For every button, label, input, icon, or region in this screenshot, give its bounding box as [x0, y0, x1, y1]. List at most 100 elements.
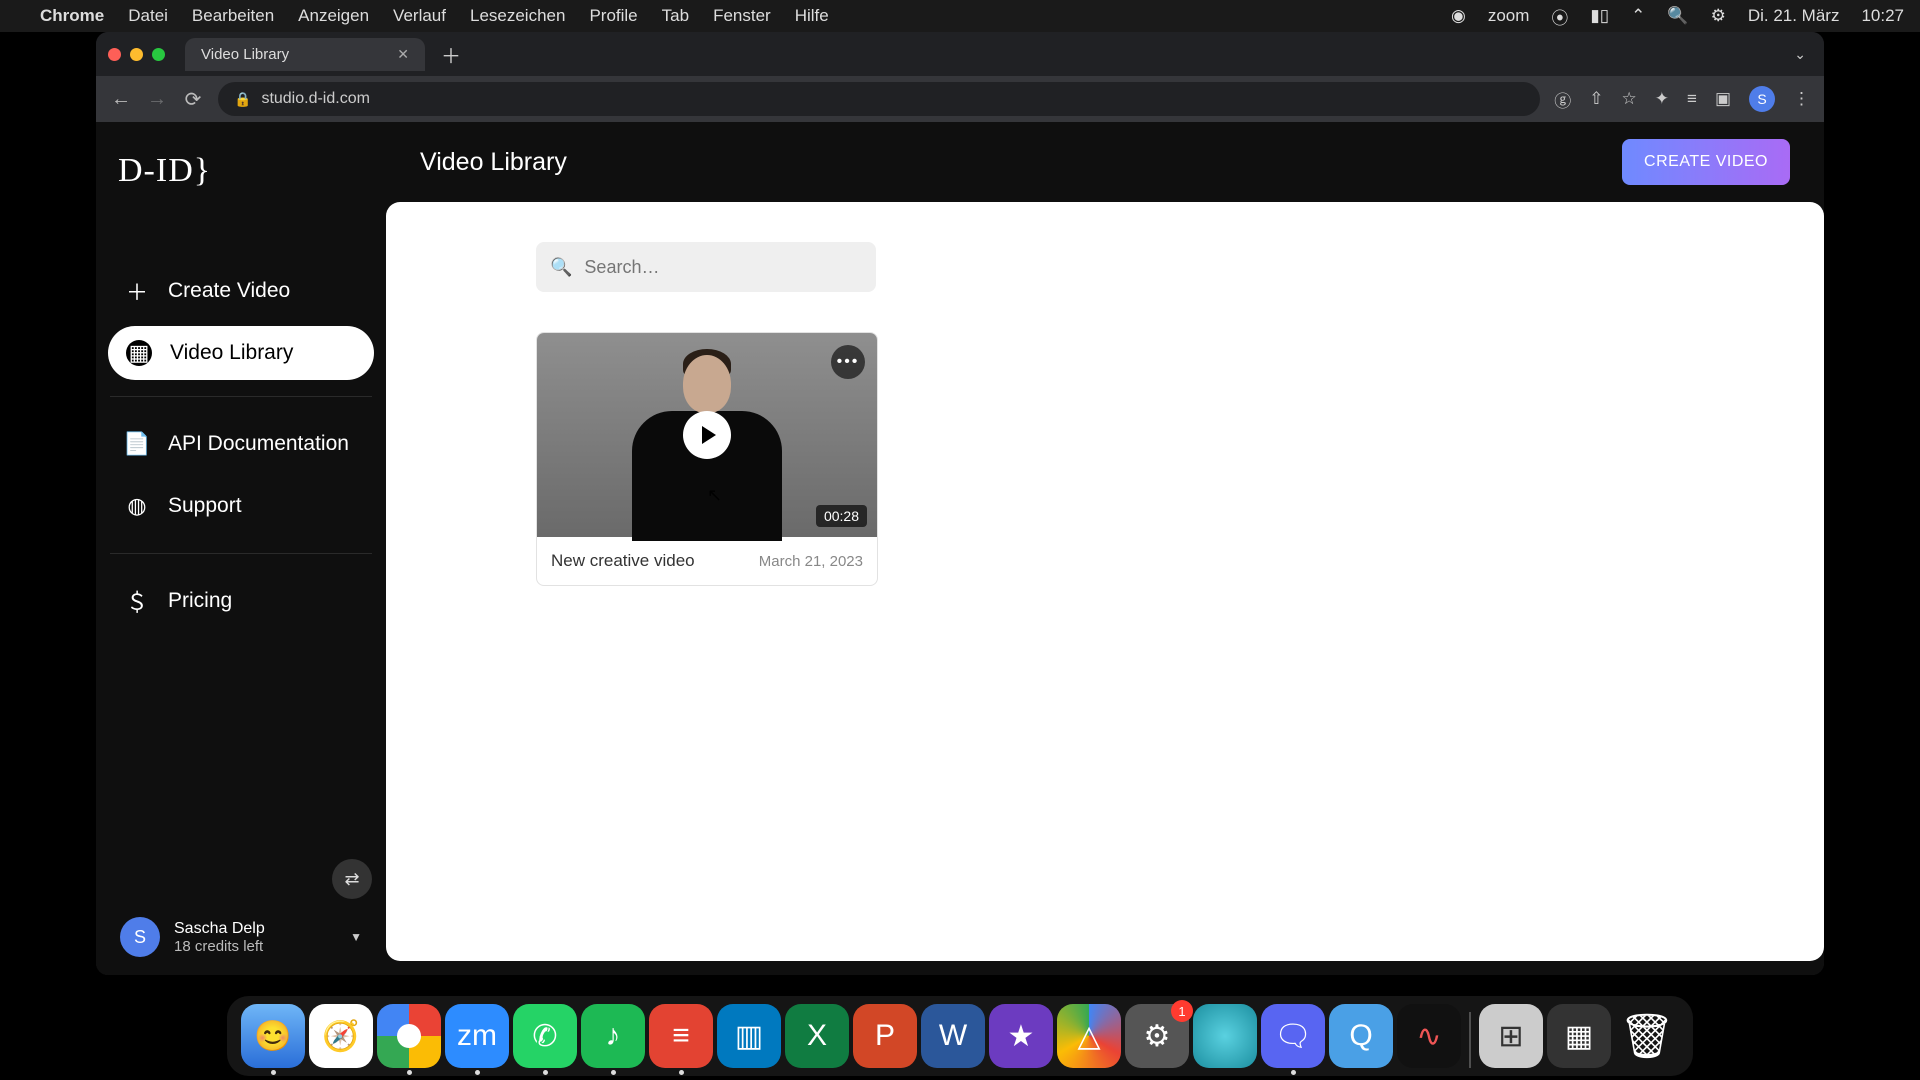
menu-bearbeiten[interactable]: Bearbeiten — [192, 6, 274, 26]
search-box[interactable]: 🔍 — [536, 242, 876, 292]
video-card[interactable]: ••• 00:28 ↖ New creative video March 21,… — [536, 332, 878, 586]
dock-word[interactable]: W — [921, 1004, 985, 1068]
sidebar-item-api-docs[interactable]: 📄 API Documentation — [96, 413, 386, 475]
user-menu[interactable]: S Sascha Delp 18 credits left ▼ — [96, 899, 386, 975]
menu-profile[interactable]: Profile — [589, 6, 637, 26]
menu-tab[interactable]: Tab — [662, 6, 689, 26]
dock-powerpoint[interactable]: P — [853, 1004, 917, 1068]
menu-fenster[interactable]: Fenster — [713, 6, 771, 26]
new-tab-button[interactable]: ＋ — [433, 36, 469, 73]
share-icon[interactable]: ⇧ — [1589, 89, 1603, 109]
menubar-date[interactable]: Di. 21. März — [1748, 6, 1840, 26]
video-date: March 21, 2023 — [759, 553, 863, 570]
menubar-app-name[interactable]: Chrome — [40, 6, 104, 26]
create-video-button[interactable]: CREATE VIDEO — [1622, 139, 1790, 185]
user-name: Sascha Delp — [174, 920, 265, 938]
browser-tab[interactable]: Video Library ✕ — [185, 38, 425, 71]
zoom-menubar[interactable]: zoom — [1488, 6, 1530, 26]
battery-icon[interactable]: ▮▯ — [1590, 6, 1609, 26]
sidebar-item-video-library[interactable]: ▦ Video Library — [108, 326, 374, 380]
dock-settings[interactable]: ⚙1 — [1125, 1004, 1189, 1068]
sidebar-item-label: Pricing — [168, 589, 232, 613]
bookmark-icon[interactable]: ☆ — [1622, 89, 1637, 109]
video-grid: ••• 00:28 ↖ New creative video March 21,… — [536, 332, 1674, 586]
macos-menubar: Chrome Datei Bearbeiten Anzeigen Verlauf… — [0, 0, 1920, 32]
menu-lesezeichen[interactable]: Lesezeichen — [470, 6, 565, 26]
chevron-down-icon: ▼ — [350, 930, 362, 944]
record-icon[interactable]: ◉ — [1451, 6, 1466, 26]
dock-todoist[interactable]: ≡ — [649, 1004, 713, 1068]
search-icon: 🔍 — [550, 257, 572, 278]
profile-avatar[interactable]: S — [1749, 86, 1775, 112]
sidebar-item-label: API Documentation — [168, 432, 349, 456]
video-duration: 00:28 — [816, 505, 867, 527]
reading-list-icon[interactable]: ≡ — [1687, 89, 1697, 109]
close-tab-icon[interactable]: ✕ — [397, 46, 409, 63]
chrome-window: Video Library ✕ ＋ ⌄ ← → ⟳ 🔒 studio.d-id.… — [96, 32, 1824, 975]
maximize-window-icon[interactable] — [152, 48, 165, 61]
screen-record-icon[interactable]: ⦿ — [1551, 4, 1568, 29]
logo[interactable]: D-ID} — [96, 142, 386, 220]
dock-discord[interactable]: 🗨 — [1261, 1004, 1325, 1068]
dock-quicktime[interactable]: Q — [1329, 1004, 1393, 1068]
wifi-icon[interactable]: ⌃ — [1631, 6, 1645, 26]
chrome-menu-icon[interactable]: ⋮ — [1793, 89, 1810, 109]
dock-calculator[interactable]: ⊞ — [1479, 1004, 1543, 1068]
macos-dock: 😊 🧭 zm ✆ ♪ ≡ ▥ X P W ★ △ ⚙1 🗨 Q ∿ ⊞ ▦ 🗑 — [227, 996, 1693, 1076]
dock-app-teal[interactable] — [1193, 1004, 1257, 1068]
minimize-window-icon[interactable] — [130, 48, 143, 61]
reload-button[interactable]: ⟳ — [182, 87, 204, 112]
dock-mission-control[interactable]: ▦ — [1547, 1004, 1611, 1068]
close-window-icon[interactable] — [108, 48, 121, 61]
sidebar-item-support[interactable]: ◍ Support — [96, 475, 386, 537]
video-thumbnail[interactable]: ••• 00:28 ↖ — [537, 333, 877, 537]
dock-separator — [1469, 1012, 1471, 1068]
settings-badge: 1 — [1171, 1000, 1193, 1022]
side-panel-icon[interactable]: ▣ — [1715, 89, 1731, 109]
menu-datei[interactable]: Datei — [128, 6, 168, 26]
dock-whatsapp[interactable]: ✆ — [513, 1004, 577, 1068]
user-credits: 18 credits left — [174, 938, 265, 955]
sidebar-item-label: Create Video — [168, 279, 290, 303]
dock-zoom[interactable]: zm — [445, 1004, 509, 1068]
dock-excel[interactable]: X — [785, 1004, 849, 1068]
dock-chrome[interactable] — [377, 1004, 441, 1068]
sidebar-item-label: Video Library — [170, 341, 293, 365]
play-icon[interactable] — [683, 411, 731, 459]
dock-imovie[interactable]: ★ — [989, 1004, 1053, 1068]
sidebar: D-ID} ＋ Create Video ▦ Video Library 📄 A… — [96, 122, 386, 975]
dock-spotify[interactable]: ♪ — [581, 1004, 645, 1068]
main-header: Video Library CREATE VIDEO — [386, 122, 1824, 202]
extensions-icon[interactable]: ✦ — [1655, 89, 1669, 109]
card-menu-button[interactable]: ••• — [831, 345, 865, 379]
dock-finder[interactable]: 😊 — [241, 1004, 305, 1068]
dock-trello[interactable]: ▥ — [717, 1004, 781, 1068]
app-root: D-ID} ＋ Create Video ▦ Video Library 📄 A… — [96, 122, 1824, 975]
document-icon: 📄 — [124, 431, 150, 457]
back-button[interactable]: ← — [110, 88, 132, 111]
forward-button[interactable]: → — [146, 88, 168, 111]
collapse-sidebar-button[interactable]: ⇄ — [332, 859, 372, 899]
sidebar-item-create-video[interactable]: ＋ Create Video — [96, 260, 386, 322]
dock-trash[interactable]: 🗑 — [1615, 1004, 1679, 1068]
spotlight-icon[interactable]: 🔍 — [1667, 6, 1688, 26]
main-area: Video Library CREATE VIDEO 🔍 — [386, 122, 1824, 975]
dock-google-drive[interactable]: △ — [1057, 1004, 1121, 1068]
google-translate-icon[interactable]: ⓖ — [1554, 87, 1571, 112]
menu-anzeigen[interactable]: Anzeigen — [298, 6, 369, 26]
plus-icon: ＋ — [124, 278, 150, 304]
dock-safari[interactable]: 🧭 — [309, 1004, 373, 1068]
url-field[interactable]: 🔒 studio.d-id.com — [218, 82, 1540, 116]
search-input[interactable] — [584, 257, 862, 278]
user-avatar: S — [120, 917, 160, 957]
tab-title: Video Library — [201, 46, 289, 63]
lock-icon: 🔒 — [234, 91, 251, 108]
dock-audio-app[interactable]: ∿ — [1397, 1004, 1461, 1068]
tab-overflow-icon[interactable]: ⌄ — [1794, 46, 1812, 63]
window-controls[interactable] — [108, 48, 165, 61]
menubar-time[interactable]: 10:27 — [1861, 6, 1904, 26]
menu-hilfe[interactable]: Hilfe — [795, 6, 829, 26]
control-center-icon[interactable]: ⚙ — [1711, 6, 1726, 26]
menu-verlauf[interactable]: Verlauf — [393, 6, 446, 26]
sidebar-item-pricing[interactable]: ＄ Pricing — [96, 570, 386, 632]
